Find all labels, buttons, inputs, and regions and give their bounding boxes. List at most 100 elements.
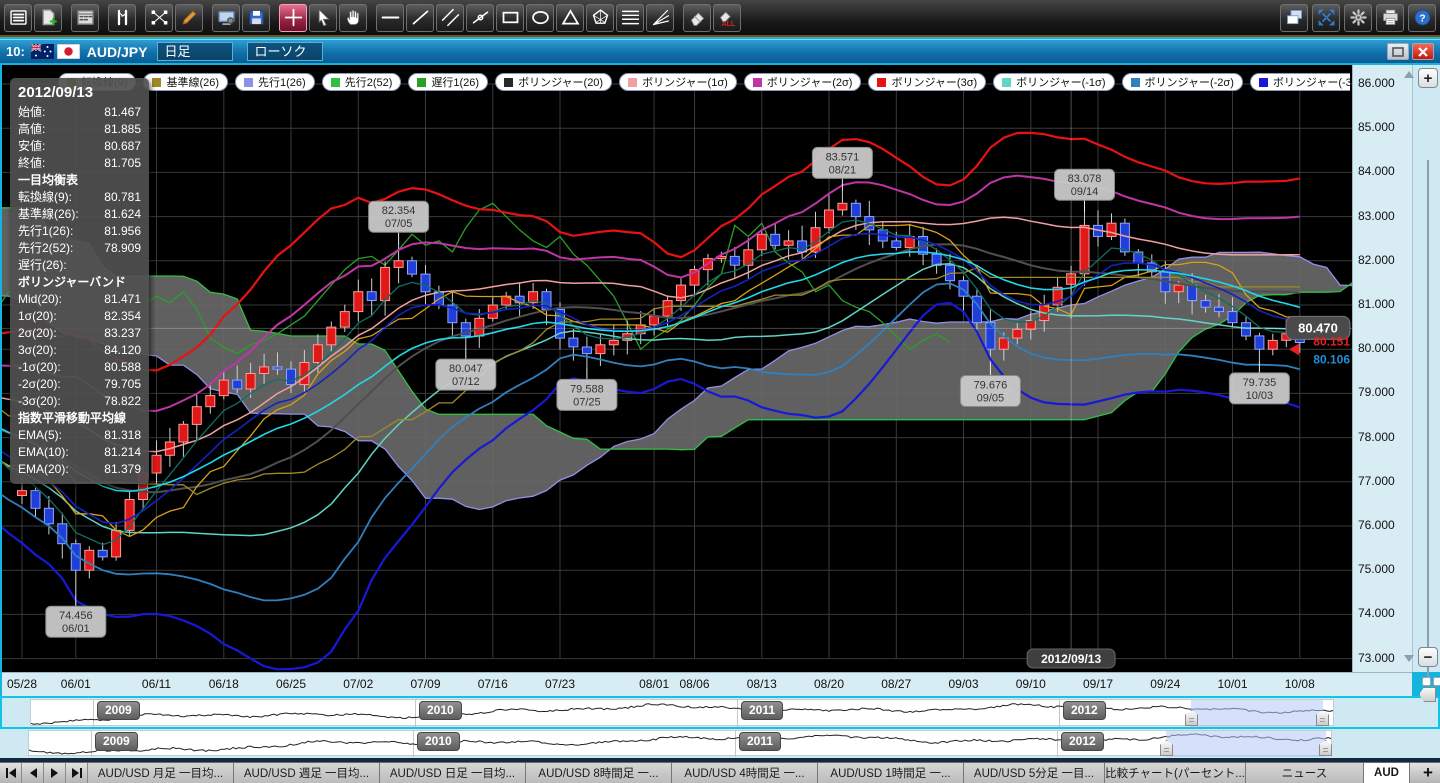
legend-color-swatch — [504, 78, 513, 87]
svg-text:79.676: 79.676 — [974, 380, 1008, 392]
page-add-icon[interactable] — [34, 4, 62, 32]
chart-tab-3[interactable]: AUD/USD 8時間足 一... — [526, 763, 672, 783]
tooltip-row: 3σ(20):84.120 — [18, 342, 141, 359]
legend-chip-3[interactable]: 先行2(52) — [322, 73, 402, 91]
price-scroll-up-arrow[interactable] — [1404, 71, 1414, 78]
tooltip-row: 先行2(52):78.909 — [18, 240, 141, 257]
legend-color-swatch — [1259, 78, 1268, 87]
fullscreen-icon[interactable] — [1312, 4, 1340, 32]
legend-chip-6[interactable]: ボリンジャー(1σ) — [619, 73, 737, 91]
legend-color-swatch — [1002, 78, 1011, 87]
candlestick-chart[interactable]: 74.45606/0182.35407/0580.04707/1279.5880… — [2, 65, 1352, 672]
chart-type-selector[interactable]: ローソク — [247, 42, 323, 61]
node-graph-icon[interactable] — [145, 4, 173, 32]
zoom-slider-track[interactable] — [1427, 160, 1429, 685]
chart-window-titlebar: 10: AUD/JPY 日足 ローソク — [0, 39, 1440, 63]
legend-color-swatch — [753, 78, 762, 87]
restore-window-button[interactable] — [1387, 43, 1409, 60]
compare-icon[interactable] — [108, 4, 136, 32]
timeline-strip-active[interactable]: 2009201020112012 — [0, 696, 1440, 729]
timeline-selection-secondary[interactable] — [1166, 731, 1326, 757]
chart-tab-4[interactable]: AUD/USD 4時間足 一... — [672, 763, 818, 783]
timeline-strip-secondary[interactable]: 2009201020112012 — [0, 729, 1440, 758]
erase-all-icon[interactable]: ALL — [713, 4, 741, 32]
ellipse-icon[interactable] — [526, 4, 554, 32]
legend-chip-4[interactable]: 遅行1(26) — [408, 73, 488, 91]
windows-icon[interactable] — [1280, 4, 1308, 32]
rectangle-icon[interactable] — [496, 4, 524, 32]
fibonacci-lines-icon[interactable] — [616, 4, 644, 32]
legend-chip-9[interactable]: ボリンジャー(-1σ) — [993, 73, 1114, 91]
legend-chip-10[interactable]: ボリンジャー(-2σ) — [1122, 73, 1243, 91]
year-label-2010: 2010 — [419, 701, 462, 720]
date-tick-label: 09/03 — [948, 677, 978, 691]
date-tick-label: 06/01 — [61, 677, 91, 691]
fan-lines-icon[interactable] — [646, 4, 674, 32]
date-tick-label: 07/02 — [343, 677, 373, 691]
legend-label: ボリンジャー(-3σ) — [1273, 74, 1350, 90]
timeline-track-secondary[interactable] — [28, 730, 1332, 756]
date-axis[interactable]: 05/2806/0106/1106/1806/2507/0207/0907/16… — [2, 672, 1412, 696]
svg-text:83.571: 83.571 — [826, 151, 860, 163]
eraser-icon[interactable] — [683, 4, 711, 32]
list-icon[interactable] — [4, 4, 32, 32]
tab-nav-first[interactable] — [0, 763, 22, 783]
panel-settings-icon[interactable] — [212, 4, 240, 32]
tab-nav-prev[interactable] — [22, 763, 44, 783]
legend-chip-11[interactable]: ボリンジャー(-3σ) — [1250, 73, 1350, 91]
calendar-icon[interactable] — [71, 4, 99, 32]
zoom-in-button[interactable]: + — [1418, 68, 1438, 88]
legend-chip-1[interactable]: 基準線(26) — [143, 73, 228, 91]
chart-tab-8[interactable]: ニュース — [1246, 763, 1364, 783]
chart-tab-9[interactable]: AUD — [1364, 763, 1410, 783]
timeline-track-active[interactable] — [30, 699, 1334, 726]
svg-text:07/05: 07/05 — [385, 218, 413, 230]
legend-chip-7[interactable]: ボリンジャー(2σ) — [744, 73, 862, 91]
trend-line-icon[interactable] — [406, 4, 434, 32]
tab-nav-last[interactable] — [66, 763, 88, 783]
price-scroll-down-arrow[interactable] — [1404, 655, 1414, 662]
year-label-2010: 2010 — [417, 732, 460, 751]
chart-tab-7[interactable]: 比較チャート(パーセント... — [1105, 763, 1246, 783]
axis-corner-widget[interactable] — [1422, 677, 1431, 686]
chart-tab-6[interactable]: AUD/USD 5分足 一目... — [964, 763, 1105, 783]
timeline-selection-active[interactable] — [1191, 700, 1323, 727]
svg-text:?: ? — [1419, 12, 1425, 24]
crosshair-icon[interactable] — [279, 4, 307, 32]
print-icon[interactable] — [1376, 4, 1404, 32]
price-tick-label: 85.000 — [1358, 120, 1395, 134]
timeframe-selector[interactable]: 日足 — [157, 42, 233, 61]
add-chart-tab-button[interactable]: + — [1416, 763, 1440, 783]
chart-tab-1[interactable]: AUD/USD 週足 一目均... — [234, 763, 380, 783]
settings-icon[interactable] — [1344, 4, 1372, 32]
legend-chip-5[interactable]: ボリンジャー(20) — [495, 73, 612, 91]
save-icon[interactable] — [242, 4, 270, 32]
triangle-icon[interactable] — [556, 4, 584, 32]
svg-text:09/14: 09/14 — [1071, 186, 1099, 198]
price-axis[interactable]: 86.00085.00084.00083.00082.00081.00080.0… — [1352, 65, 1412, 672]
angle-line-icon[interactable] — [466, 4, 494, 32]
chart-tab-0[interactable]: AUD/USD 月足 一目均... — [88, 763, 234, 783]
tooltip-row: 2σ(20):83.237 — [18, 325, 141, 342]
parallel-lines-icon[interactable] — [436, 4, 464, 32]
legend-chip-8[interactable]: ボリンジャー(3σ) — [868, 73, 986, 91]
pencil-icon[interactable] — [175, 4, 203, 32]
axis-corner-widget[interactable] — [1433, 677, 1440, 686]
svg-text:07/12: 07/12 — [452, 376, 480, 388]
legend-label: ボリンジャー(20) — [518, 74, 603, 90]
close-window-button[interactable] — [1412, 43, 1434, 60]
hand-icon[interactable] — [339, 4, 367, 32]
legend-label: 遅行1(26) — [431, 74, 479, 90]
tooltip-row: -3σ(20):78.822 — [18, 393, 141, 410]
date-tick-label: 05/28 — [7, 677, 37, 691]
chart-tab-5[interactable]: AUD/USD 1時間足 一... — [818, 763, 964, 783]
horizontal-line-icon[interactable] — [376, 4, 404, 32]
legend-chip-2[interactable]: 先行1(26) — [235, 73, 315, 91]
zoom-out-button[interactable]: − — [1418, 647, 1438, 667]
toolbar-group — [279, 4, 367, 32]
tab-nav-next[interactable] — [44, 763, 66, 783]
chart-tab-2[interactable]: AUD/USD 日足 一目均... — [380, 763, 526, 783]
polygon-icon[interactable] — [586, 4, 614, 32]
help-icon[interactable]: ? — [1408, 4, 1436, 32]
cursor-icon[interactable] — [309, 4, 337, 32]
